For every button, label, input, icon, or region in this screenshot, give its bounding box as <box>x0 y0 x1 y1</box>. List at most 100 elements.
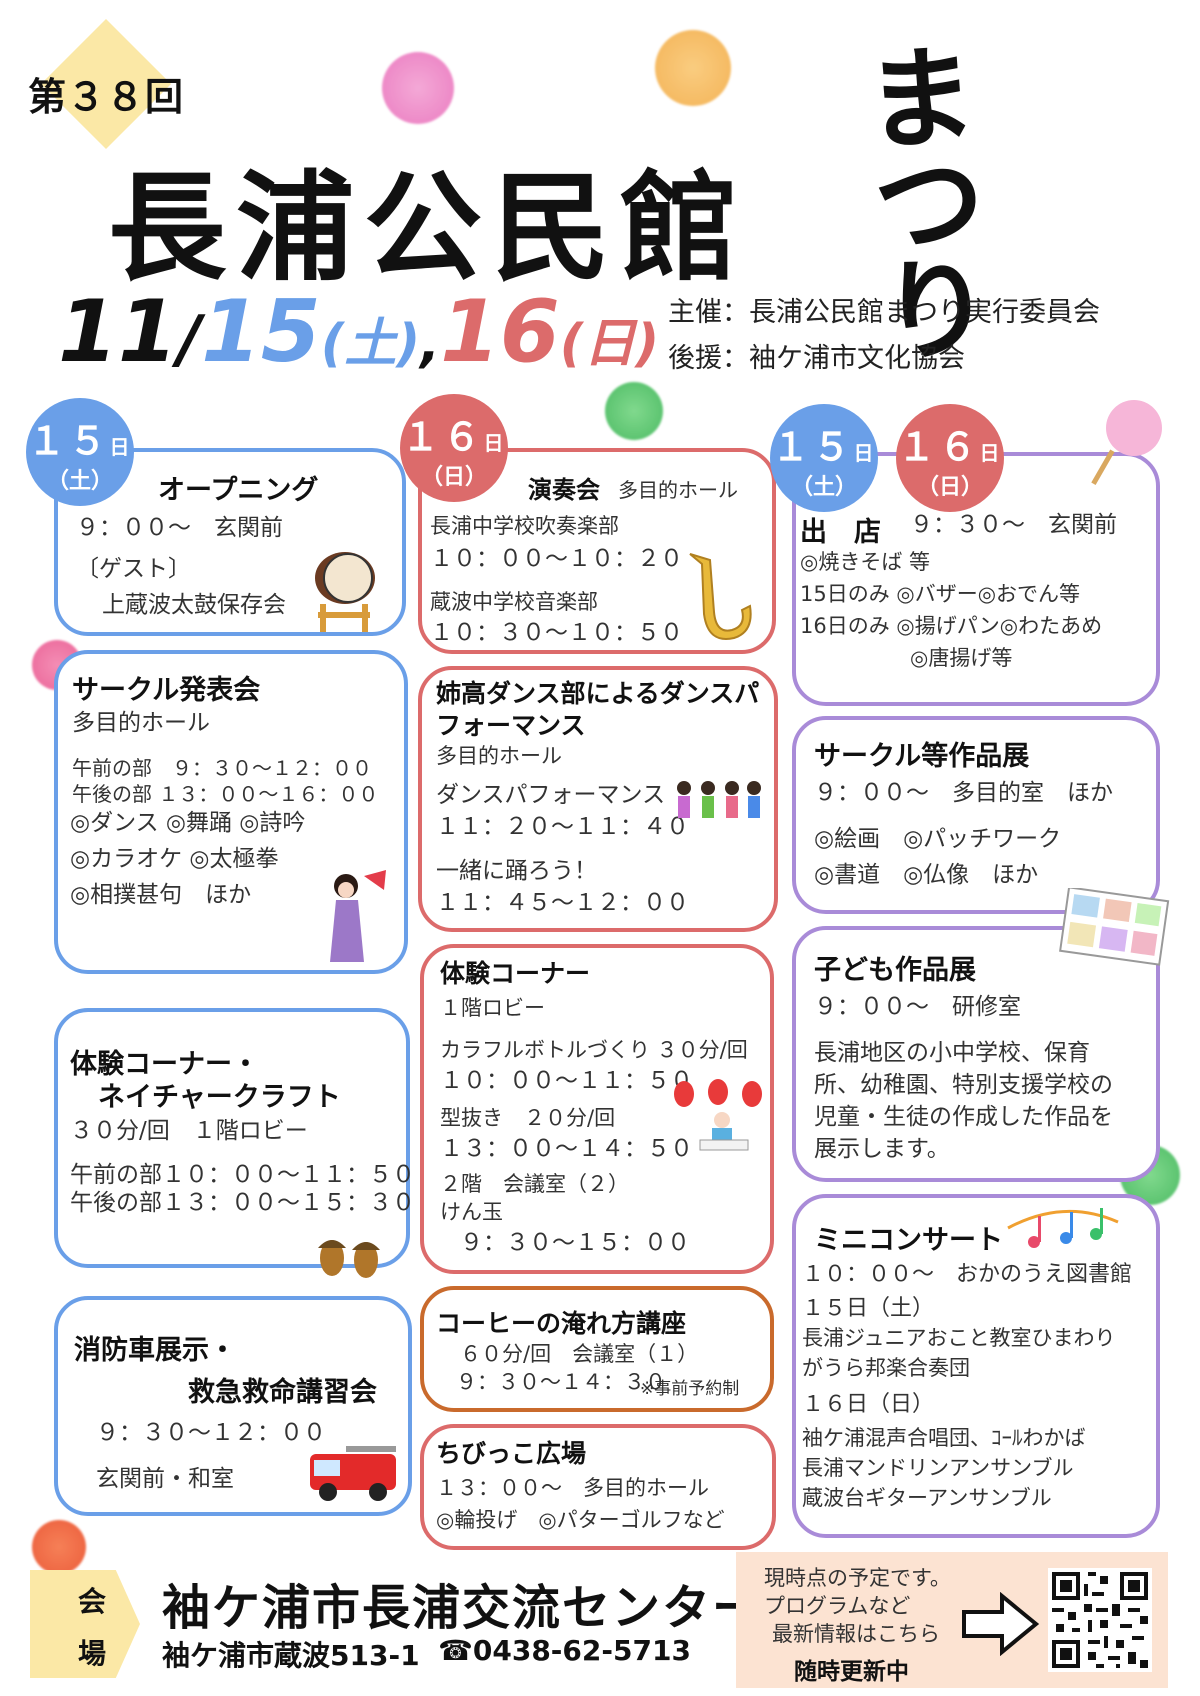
dance-place: 多目的ホール <box>436 744 562 768</box>
dancer-icon <box>330 870 386 962</box>
badge-day-number: １６ <box>401 415 484 459</box>
concert-title: 演奏会 <box>528 476 600 504</box>
circle-place: 多目的ホール <box>72 710 210 736</box>
badge-day-unit: 日 <box>979 441 1003 465</box>
dance-title-1: 姉高ダンス部によるダンスパ <box>436 679 760 708</box>
fire-truck-title-1: 消防車展示・ <box>74 1335 236 1366</box>
children-works-title: 子ども作品展 <box>814 955 976 986</box>
dancers-icon <box>677 781 761 818</box>
festival-title: 長浦公民館 <box>108 159 749 297</box>
cotton-candy-icon <box>1091 400 1162 485</box>
circle-pm: 午後の部 １３：００〜１６：００ <box>72 782 379 806</box>
taiko-drum-icon <box>315 552 375 632</box>
right-arrow-icon <box>962 1592 1040 1656</box>
shops-time: ９：３０〜 玄関前 <box>910 512 1117 538</box>
info-note-4: 随時更新中 <box>794 1659 909 1685</box>
experience-bottle-time: １０：００〜１１：５０ <box>440 1068 693 1094</box>
concert-time-2: １０：３０〜１０：５０ <box>430 620 683 646</box>
concert-band-1: 長浦中学校吹奏楽部 <box>430 514 619 538</box>
edition-label: 第３８回 <box>28 75 185 119</box>
date-16: 16 <box>440 282 560 382</box>
mini-concert-16-group-2: 長浦マンドリンアンサンブル <box>802 1456 1074 1480</box>
experience-place: １階ロビー <box>440 996 545 1020</box>
day-badge-16: １６日 （日） <box>896 404 1004 512</box>
lantern-child-icon <box>674 1079 762 1151</box>
qr-code-icon[interactable] <box>1048 1568 1152 1672</box>
coffee-time: ９：３０〜１４：３０ <box>456 1370 666 1394</box>
circle-am: 午前の部 ９：３０〜１２：００ <box>72 756 372 780</box>
day-badge-15: １５日 （土） <box>770 404 878 512</box>
fire-truck-place: 玄関前・和室 <box>96 1466 234 1492</box>
badge-day-number: １５ <box>771 425 854 469</box>
coffee-info: ６０分/回 会議室（１） <box>460 1342 699 1366</box>
date-separator: , <box>420 314 441 374</box>
fire-truck-icon <box>310 1446 396 1501</box>
orange-watercolor-dot <box>655 30 731 106</box>
fire-truck-title-2: 救急救命講習会 <box>188 1377 377 1408</box>
supporter: 後援：袖ケ浦市文化協会 <box>668 343 965 374</box>
orange-watercolor-dot <box>32 1520 86 1574</box>
dance-perf-time: １１：２０〜１１：４０ <box>436 814 689 840</box>
opening-guest-label: 〔ゲスト〕 <box>76 556 191 582</box>
mini-concert-day15: １５日（土） <box>802 1296 935 1321</box>
children-works-desc-3: 児童・生徒の作成した作品を <box>814 1104 1113 1130</box>
dance-perf-label: ダンスパフォーマンス <box>436 782 666 808</box>
shops-list-2: 15日のみ ◎バザー◎おでん等 <box>800 582 1081 606</box>
venue-address: 袖ケ浦市蔵波513-1 <box>162 1639 420 1672</box>
opening-guest: 上蔵波太鼓保存会 <box>102 592 286 618</box>
acorn-icon <box>318 1240 380 1278</box>
experience-room: ２階 会議室（２） <box>440 1172 629 1196</box>
pink-watercolor-dot <box>382 52 454 124</box>
badge-day-unit: 日 <box>853 441 877 465</box>
opening-title: オープニング <box>158 475 319 506</box>
shops-list-3: 16日のみ ◎揚げパン◎わたあめ <box>800 614 1103 638</box>
opening-time: ９：００〜 玄関前 <box>76 515 283 541</box>
circle-works-time: ９：００〜 多目的室 ほか <box>814 780 1113 806</box>
artwork-icon <box>1059 888 1170 966</box>
music-notes-icon <box>1007 1208 1119 1248</box>
nature-craft-am: 午前の部１０：００〜１１：５０ <box>70 1162 415 1188</box>
venue-phone: ☎0438-62-5713 <box>438 1634 691 1667</box>
circle-presentation-title: サークル発表会 <box>72 675 261 706</box>
badge-day-unit: 日 <box>483 431 507 455</box>
nature-craft-pm: 午後の部１３：００〜１５：３０ <box>70 1190 415 1216</box>
fire-truck-time: ９：３０〜１２：００ <box>96 1420 326 1446</box>
experience-kendama: けん玉 <box>440 1200 503 1224</box>
dance-together-time: １１：４５〜１２：００ <box>436 890 689 916</box>
venue-label-1: 会 <box>78 1585 107 1618</box>
green-watercolor-dot <box>605 382 663 440</box>
shops-title: 出 店 <box>800 517 881 548</box>
kids-plaza-games: ◎輪投げ ◎パターゴルフなど <box>436 1508 725 1532</box>
mini-concert-15-group-2: がうら邦楽合奏団 <box>802 1356 970 1380</box>
mini-concert-day16: １６日（日） <box>802 1392 935 1417</box>
venue-label-2: 場 <box>78 1637 107 1670</box>
experience-cutout: 型抜き ２０分/回 <box>440 1106 616 1130</box>
info-note-2: プログラムなど <box>764 1594 911 1618</box>
date-15: 15 <box>201 282 321 382</box>
experience-cutout-time: １３：００〜１４：５０ <box>440 1136 693 1162</box>
date-15-weekday: (土) <box>320 314 421 374</box>
coffee-note: ※事前予約制 <box>640 1379 740 1399</box>
badge-day-number: １６ <box>897 425 980 469</box>
day-badge-15: １５日 （土） <box>26 398 134 506</box>
dance-title-2: フォーマンス <box>436 711 586 740</box>
shops-list-4: ◎唐揚げ等 <box>910 646 1013 670</box>
event-dates: 11/15(土),16(日) <box>58 282 659 382</box>
date-month: 11 <box>58 282 178 382</box>
badge-weekday: （土） <box>790 475 857 500</box>
nature-craft-info: ３０分/回 １階ロビー <box>70 1118 308 1144</box>
badge-weekday: （日） <box>420 465 487 490</box>
mini-concert-title: ミニコンサート <box>814 1225 1003 1256</box>
mini-concert-time: １０：００〜 おかのうえ図書館 <box>802 1262 1133 1287</box>
coffee-title: コーヒーの淹れ方講座 <box>436 1309 687 1338</box>
circle-works-list-1: ◎絵画 ◎パッチワーク <box>814 826 1062 852</box>
info-note-3: 最新情報はこちら <box>772 1622 940 1646</box>
circle-list-2: ◎カラオケ ◎太極拳 <box>70 846 279 872</box>
children-works-desc-4: 展示します。 <box>814 1136 950 1162</box>
kids-plaza-time: １３：００〜 多目的ホール <box>436 1476 709 1500</box>
concert-place: 多目的ホール <box>618 478 738 502</box>
info-note-1: 現時点の予定です。 <box>764 1566 951 1590</box>
mini-concert-16-group-1: 袖ケ浦混声合唱団、ｺｰﾙわかば <box>802 1426 1086 1450</box>
experience-bottle: カラフルボトルづくり ３０分/回 <box>440 1038 748 1062</box>
shops-list-1: ◎焼きそば 等 <box>800 550 930 574</box>
